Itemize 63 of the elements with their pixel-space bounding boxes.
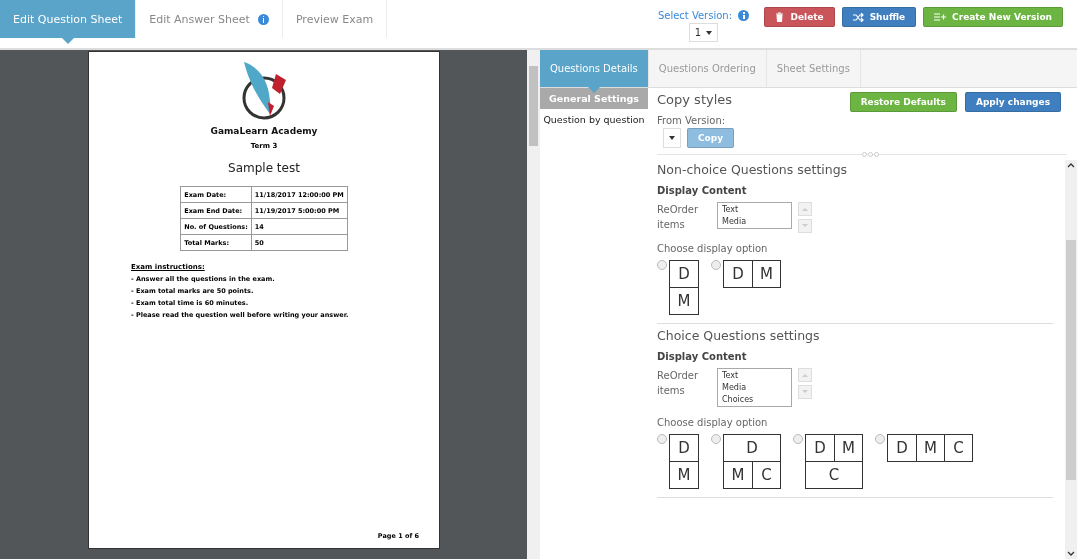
radio-button[interactable] — [875, 434, 885, 444]
info-icon[interactable] — [257, 13, 269, 25]
down-arrow-icon — [802, 224, 808, 228]
list-item[interactable]: Text — [722, 371, 787, 380]
radio-button[interactable] — [711, 434, 721, 444]
reorder-label: ReOrder items — [657, 203, 700, 232]
apply-changes-button[interactable]: Apply changes — [964, 92, 1061, 112]
reorder-list[interactable]: Text Media — [717, 202, 792, 229]
trash-icon — [775, 12, 785, 22]
tab-pointer — [61, 38, 74, 44]
academy-name: GamaLearn Academy — [210, 126, 318, 136]
resize-handle[interactable] — [862, 152, 879, 157]
from-version-label: From Version: — [657, 115, 727, 126]
section-title: Copy styles — [657, 92, 733, 109]
scrollbar[interactable] — [1065, 160, 1077, 559]
list-item[interactable]: Text — [722, 205, 787, 214]
radio-button[interactable] — [657, 260, 667, 270]
layout-diagram: D M — [723, 260, 781, 288]
scroll-down-icon[interactable] — [1067, 551, 1075, 557]
create-button[interactable]: Create New Version — [923, 7, 1063, 27]
list-add-icon — [934, 13, 947, 21]
reorder-label: ReOrder items — [657, 369, 700, 398]
option-label: Choose display option — [657, 417, 769, 428]
move-up-button[interactable] — [798, 368, 812, 382]
restore-defaults-button[interactable]: Restore Defaults — [849, 92, 957, 112]
radio-button[interactable] — [793, 434, 803, 444]
layout-diagram: D M C — [805, 434, 863, 489]
version-select[interactable] — [663, 128, 681, 148]
list-item[interactable]: Media — [722, 383, 787, 392]
layout-diagram: D M C — [723, 434, 781, 489]
list-item[interactable]: Media — [722, 217, 787, 226]
up-arrow-icon — [802, 373, 808, 377]
up-arrow-icon — [802, 207, 808, 211]
subsection-title: Display Content — [657, 185, 748, 196]
section-title: Choice Questions settings — [657, 328, 821, 343]
subsection-title: Display Content — [657, 351, 748, 362]
settings-tab[interactable]: Sheet Settings — [766, 50, 861, 87]
down-arrow-icon — [802, 390, 808, 394]
option-label: Choose display option — [657, 243, 769, 254]
section-title: Non-choice Questions settings — [657, 162, 849, 177]
version-select[interactable]: 1 — [688, 23, 719, 42]
move-down-button[interactable] — [798, 219, 812, 233]
settings-tab[interactable]: Questions Ordering — [648, 50, 767, 87]
exam-title: Sample test — [228, 161, 300, 175]
scrollbar[interactable] — [527, 50, 540, 559]
list-item[interactable]: Choices — [722, 395, 787, 404]
move-down-button[interactable] — [798, 385, 812, 399]
caret-icon — [669, 136, 675, 140]
shuffle-icon — [852, 12, 864, 22]
move-up-button[interactable] — [798, 202, 812, 216]
reorder-list[interactable]: Text Media Choices — [717, 368, 792, 407]
side-menu-item[interactable]: General Settings — [540, 88, 648, 109]
radio-button[interactable] — [711, 260, 721, 270]
version-label: Select Version: — [657, 10, 733, 21]
layout-diagram: D M — [669, 434, 699, 489]
radio-button[interactable] — [657, 434, 667, 444]
scroll-up-icon[interactable] — [1067, 162, 1075, 168]
delete-button[interactable]: Delete — [764, 7, 835, 27]
shuffle-button[interactable]: Shuffle — [841, 7, 917, 27]
layout-diagram: D M C — [887, 434, 973, 462]
info-icon[interactable] — [738, 10, 750, 21]
layout-diagram: D M — [669, 260, 699, 315]
academy-logo — [240, 62, 288, 122]
